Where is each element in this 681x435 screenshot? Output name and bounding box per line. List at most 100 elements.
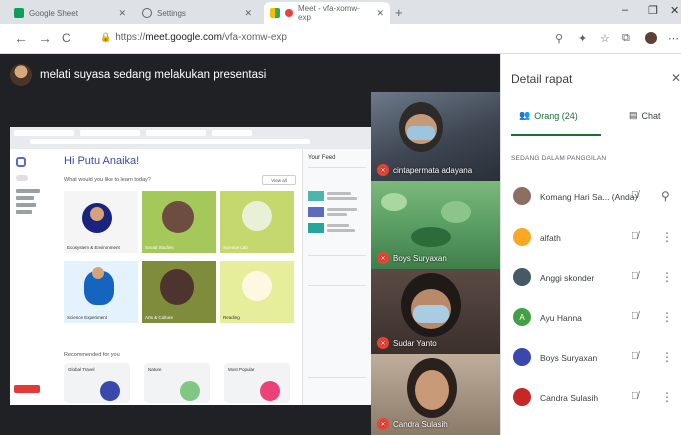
restore-button[interactable]: ❐ <box>648 4 658 17</box>
participant-name: ✕ cintapermata adayana <box>377 164 472 176</box>
shared-greeting: Hi Putu Anaika! <box>64 155 140 167</box>
app-logo <box>16 157 26 167</box>
shared-recommended-label: Recommended for you <box>64 352 120 358</box>
participant-tile[interactable]: ✕ Sudar Yanto <box>371 269 500 354</box>
close-panel-button[interactable]: ✕ <box>671 71 681 85</box>
more-options-icon[interactable]: ⋮ <box>661 350 673 364</box>
recording-icon <box>285 9 293 17</box>
mic-off-icon: 🎙̸ <box>631 231 639 242</box>
shared-card: Ecosystem & Environment <box>64 191 138 253</box>
more-options-icon[interactable]: ⋮ <box>661 310 673 324</box>
participant-tile[interactable]: ✕ Boys Suryaxan <box>371 181 500 269</box>
participant-row[interactable]: Candra Sulasih 🎙̸ ⋮ <box>501 380 681 416</box>
shared-browser-chrome <box>10 127 371 149</box>
close-window-button[interactable]: ✕ <box>670 4 679 17</box>
reload-button[interactable]: C <box>62 31 71 45</box>
mic-off-icon: ✕ <box>377 252 389 264</box>
avatar <box>513 268 531 286</box>
more-options-icon[interactable]: ⋮ <box>661 270 673 284</box>
sheets-icon <box>14 8 24 18</box>
profile-avatar[interactable] <box>645 32 657 44</box>
shared-recommended-card: Nature <box>144 363 210 403</box>
participant-tile[interactable]: ✕ cintapermata adayana <box>371 92 500 181</box>
mic-off-icon: 🎙̸ <box>631 311 639 322</box>
gear-icon <box>142 8 152 18</box>
mic-off-icon: ✕ <box>377 164 389 176</box>
participant-row[interactable]: A Ayu Hanna 🎙̸ ⋮ <box>501 300 681 336</box>
browser-tab-bar: Google Sheet ✕ Settings ✕ Meet - vfa-xom… <box>0 0 681 24</box>
shared-card: Arts & Culture <box>142 261 216 323</box>
new-tab-button[interactable]: + <box>395 5 403 20</box>
collections-icon[interactable]: ⧉ <box>622 32 630 45</box>
avatar <box>513 187 531 205</box>
shared-view-all-button: View all <box>262 175 296 185</box>
mic-off-icon: ✕ <box>377 337 389 349</box>
tab-people-label: Orang (24) <box>534 110 578 121</box>
avatar <box>513 388 531 406</box>
back-button[interactable]: ← <box>14 30 28 46</box>
extension-icon[interactable]: ✦ <box>578 32 587 45</box>
url-prefix: https:// <box>115 32 146 43</box>
participant-row-name: Anggi skonder <box>540 273 595 283</box>
tab-chat-label: Chat <box>641 110 661 121</box>
lock-icon: 🔒 <box>100 32 112 42</box>
browser-tab-settings[interactable]: Settings ✕ <box>136 2 258 24</box>
shared-main-content: Hi Putu Anaika! What would you like to l… <box>56 149 302 405</box>
url-host: meet.google.com <box>145 32 222 43</box>
shared-recommended-card: Most Popular <box>224 363 290 403</box>
shared-card: Reading <box>220 261 294 323</box>
tab-label: Google Sheet <box>29 8 78 18</box>
forward-button[interactable]: → <box>38 30 52 46</box>
meeting-stage: melati suyasa sedang melakukan presentas… <box>0 54 500 435</box>
shared-card: Science Lab <box>220 191 294 253</box>
close-tab-icon[interactable]: ✕ <box>376 8 384 19</box>
shared-question: What would you like to learn today? <box>64 177 151 183</box>
avatar: A <box>513 308 531 326</box>
shared-card: Social Studies <box>142 191 216 253</box>
close-tab-icon[interactable]: ✕ <box>118 8 126 19</box>
people-icon: 👥 <box>519 110 531 120</box>
participant-row-name: Komang Hari Sa... (Anda) <box>540 192 638 202</box>
url-field[interactable]: 🔒 https://meet.google.com/vfa-xomw-exp <box>100 32 287 43</box>
more-options-icon[interactable]: ⋮ <box>661 390 673 404</box>
shared-sidebar <box>10 149 56 405</box>
translate-icon[interactable]: ⚲ <box>555 32 563 45</box>
shared-screen[interactable]: Hi Putu Anaika! What would you like to l… <box>10 127 371 405</box>
more-menu-icon[interactable]: ⋯ <box>668 32 679 45</box>
browser-tab-sheets[interactable]: Google Sheet ✕ <box>8 2 132 24</box>
close-tab-icon[interactable]: ✕ <box>244 8 252 19</box>
shared-feed-panel: Your Feed <box>302 149 371 405</box>
browser-tab-meet[interactable]: Meet - vfa-xomw-exp ✕ <box>264 2 390 24</box>
tab-label: Settings <box>157 8 186 18</box>
tab-label: Meet - vfa-xomw-exp <box>298 4 360 22</box>
participant-row-name: Candra Sulasih <box>540 393 599 403</box>
mic-off-icon: 🎙̸ <box>631 271 639 282</box>
tab-people[interactable]: 👥 Orang (24) <box>519 110 578 121</box>
tab-chat[interactable]: ▤ Chat <box>629 110 661 121</box>
participant-row[interactable]: Komang Hari Sa... (Anda) 🎙̸ ⚲ <box>501 179 681 215</box>
active-tab-indicator <box>511 134 601 136</box>
pin-icon[interactable]: ⚲ <box>661 189 670 203</box>
participant-row[interactable]: alfath 🎙̸ ⋮ <box>501 220 681 256</box>
chat-icon: ▤ <box>629 110 638 120</box>
participant-tile[interactable]: ✕ Candra Sulasih <box>371 354 500 435</box>
bookmark-star-icon[interactable]: ☆ <box>600 32 610 45</box>
minimize-button[interactable]: – <box>622 4 628 16</box>
panel-title: Detail rapat <box>511 72 573 86</box>
participant-name: ✕ Candra Sulasih <box>377 418 448 430</box>
meeting-details-panel: Detail rapat ✕ 👥 Orang (24) ▤ Chat SEDAN… <box>500 54 681 435</box>
mic-off-icon: 🎙̸ <box>631 190 639 201</box>
shared-recommended-card: Global Travel <box>64 363 130 403</box>
shared-card: Science Experiment <box>64 261 138 323</box>
more-options-icon[interactable]: ⋮ <box>661 230 673 244</box>
presenter-banner: melati suyasa sedang melakukan presentas… <box>10 64 266 86</box>
participant-row-name: alfath <box>540 233 561 243</box>
participant-name: ✕ Boys Suryaxan <box>377 252 447 264</box>
participant-name: ✕ Sudar Yanto <box>377 337 437 349</box>
mic-off-icon: ✕ <box>377 418 389 430</box>
in-call-section-label: SEDANG DALAM PANGGILAN <box>511 155 607 162</box>
participant-row[interactable]: Boys Suryaxan 🎙̸ ⋮ <box>501 340 681 376</box>
shared-red-button <box>14 385 40 393</box>
participant-row[interactable]: Anggi skonder 🎙̸ ⋮ <box>501 260 681 296</box>
avatar <box>513 228 531 246</box>
